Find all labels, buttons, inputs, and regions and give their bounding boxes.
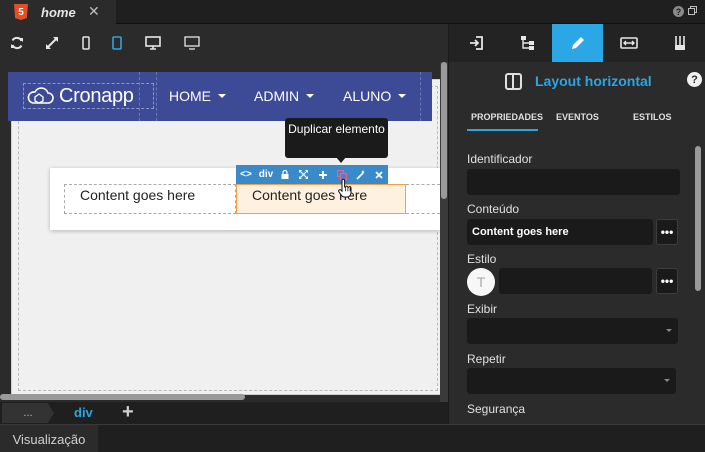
- restore-icon[interactable]: [688, 6, 697, 15]
- delete-icon[interactable]: [370, 165, 388, 184]
- panel-tabs: [449, 24, 705, 62]
- desktop-icon[interactable]: [144, 34, 162, 52]
- device-toolbar: [0, 24, 448, 62]
- nav-item-home[interactable]: HOME: [169, 88, 226, 104]
- element-toolbar: <> div: [236, 165, 388, 184]
- panel-scrollbar[interactable]: [695, 146, 701, 291]
- preview-navbar[interactable]: Cronapp HOME ADMIN ALUNO: [8, 72, 432, 121]
- tree-icon[interactable]: [502, 24, 553, 62]
- columns-icon: [505, 73, 522, 90]
- more-button[interactable]: •••: [656, 219, 678, 245]
- expand-icon[interactable]: [294, 165, 313, 184]
- window-controls: ?: [673, 6, 697, 17]
- design-canvas[interactable]: Cronapp HOME ADMIN ALUNO Content goes he…: [0, 62, 448, 402]
- tooltip-arrow: [336, 157, 346, 163]
- html5-icon: 5: [14, 4, 28, 20]
- identificador-input[interactable]: [467, 169, 680, 195]
- nav-item-label: ADMIN: [254, 88, 300, 104]
- tab-eventos[interactable]: EVENTOS: [556, 112, 599, 122]
- add-icon[interactable]: [313, 165, 332, 184]
- repetir-label: Repetir: [467, 352, 506, 366]
- monitor-icon[interactable]: [183, 34, 201, 52]
- chevron-down-icon: [666, 329, 672, 332]
- conteudo-label: Conteúdo: [467, 202, 520, 216]
- help-icon[interactable]: ?: [673, 6, 684, 17]
- exibir-select[interactable]: [467, 318, 678, 344]
- column-3[interactable]: [406, 184, 440, 214]
- vertical-scrollbar[interactable]: [440, 62, 448, 402]
- fullscreen-icon[interactable]: [43, 34, 61, 52]
- login-icon[interactable]: [451, 24, 502, 62]
- panel-subtabs: PROPRIEDADES EVENTOS ESTILOS: [449, 110, 705, 132]
- ide-window: 5 home ✕ ? Cronapp HOME ADMIN ALUNO Cont…: [0, 0, 705, 452]
- code-icon[interactable]: <>: [236, 165, 256, 184]
- help-icon[interactable]: ?: [687, 72, 702, 87]
- column-2-selected[interactable]: Content goes here: [236, 184, 406, 214]
- lock-icon[interactable]: [276, 165, 294, 184]
- pencil-icon[interactable]: [552, 24, 603, 62]
- tab-title: home: [41, 4, 76, 20]
- seguranca-label: Segurança: [467, 402, 526, 416]
- nav-divider: [420, 72, 421, 121]
- chevron-down-icon: [664, 379, 670, 382]
- tag-label[interactable]: div: [256, 165, 276, 184]
- tab-home[interactable]: 5 home ✕: [0, 0, 116, 24]
- tab-propriedades[interactable]: PROPRIEDADES: [471, 112, 543, 122]
- repetir-select[interactable]: [467, 368, 676, 394]
- component-title: Layout horizontal: [535, 73, 652, 89]
- conteudo-input[interactable]: Content goes here: [467, 219, 653, 245]
- active-tab-indicator: [467, 129, 538, 131]
- column-1[interactable]: Content goes here: [64, 184, 236, 214]
- status-bar: Visualização: [0, 424, 705, 452]
- tab-estilos[interactable]: ESTILOS: [633, 112, 672, 122]
- properties-panel: Layout horizontal ? PROPRIEDADES EVENTOS…: [448, 24, 705, 424]
- nav-divider: [139, 72, 140, 121]
- horizontal-scrollbar[interactable]: [0, 392, 440, 400]
- breadcrumb-parent[interactable]: ...: [2, 403, 54, 423]
- component-header: Layout horizontal ?: [449, 71, 705, 93]
- breadcrumb-current[interactable]: div: [74, 405, 93, 420]
- nav-item-admin[interactable]: ADMIN: [254, 88, 315, 104]
- nav-item-label: HOME: [169, 88, 211, 104]
- more-button[interactable]: •••: [656, 268, 678, 294]
- text-style-icon[interactable]: T: [467, 268, 495, 296]
- add-button[interactable]: +: [122, 401, 134, 424]
- mobile-icon[interactable]: [77, 34, 95, 52]
- caret-down-icon: [306, 94, 315, 98]
- estilo-label: Estilo: [467, 252, 497, 266]
- scroll-thumb[interactable]: [0, 394, 245, 400]
- breadcrumb: ... div +: [0, 401, 448, 424]
- tab-visualizacao[interactable]: Visualização: [0, 425, 98, 452]
- nav-item-aluno[interactable]: ALUNO: [343, 88, 407, 104]
- hand-cursor-icon: [338, 178, 352, 198]
- close-icon[interactable]: ✕: [88, 3, 100, 20]
- column-text: Content goes here: [80, 187, 196, 203]
- identificador-label: Identificador: [467, 152, 533, 166]
- scroll-thumb[interactable]: [441, 62, 447, 199]
- caret-down-icon: [218, 94, 226, 98]
- exibir-label: Exibir: [467, 302, 498, 316]
- estilo-input[interactable]: [499, 268, 652, 294]
- tooltip: Duplicar elemento: [285, 118, 388, 158]
- logo[interactable]: Cronapp: [23, 83, 154, 109]
- nav-divider: [156, 72, 157, 121]
- refresh-icon[interactable]: [8, 34, 26, 52]
- tablet-icon[interactable]: [108, 34, 126, 52]
- brush-icon[interactable]: [654, 24, 705, 62]
- resize-horizontal-icon[interactable]: [603, 24, 654, 62]
- nav-item-label: ALUNO: [343, 88, 392, 104]
- magic-wand-icon[interactable]: [351, 165, 370, 184]
- editor-tab-bar: 5 home ✕ ?: [0, 0, 705, 24]
- caret-down-icon: [398, 94, 407, 98]
- cloud-icon: [27, 87, 54, 104]
- logo-text: Cronapp: [59, 84, 134, 107]
